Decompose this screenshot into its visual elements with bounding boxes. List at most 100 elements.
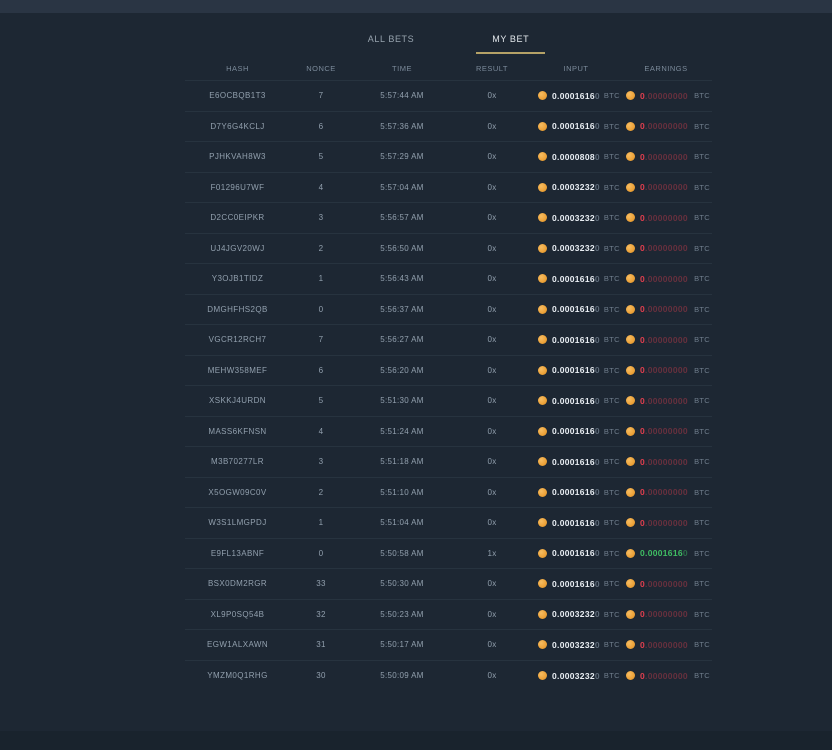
earnings-cell: 0.00000000 BTC bbox=[620, 426, 712, 436]
bet-input-cell: 0.00016160 BTC bbox=[532, 426, 620, 436]
table-header-row: HASH NONCE TIME RESULT INPUT EARNINGS bbox=[185, 56, 712, 80]
bet-nonce: 30 bbox=[290, 671, 352, 680]
bet-earnings-amount: 0.00000000 bbox=[640, 487, 688, 497]
bet-input-currency: BTC bbox=[600, 488, 620, 497]
table-row[interactable]: MEHW358MEF 6 5:56:20 AM 0x 0.00016160 BT… bbox=[185, 356, 712, 387]
earnings-cell: 0.00000000 BTC bbox=[620, 671, 712, 681]
earnings-cell: 0.00000000 BTC bbox=[620, 487, 712, 497]
btc-coin-icon bbox=[626, 610, 635, 619]
bet-time: 5:50:58 AM bbox=[352, 549, 452, 558]
bet-earnings-amount: 0.00000000 bbox=[640, 671, 688, 681]
bet-input-amount: 0.00016160 bbox=[552, 274, 600, 284]
bet-input-currency: BTC bbox=[600, 579, 620, 588]
bet-earnings-currency: BTC bbox=[690, 122, 710, 131]
bet-earnings-amount: 0.00000000 bbox=[640, 579, 688, 589]
bet-earnings-amount: 0.00000000 bbox=[640, 335, 688, 345]
bet-input-currency: BTC bbox=[600, 640, 620, 649]
btc-coin-icon bbox=[538, 152, 547, 161]
bet-nonce: 4 bbox=[290, 427, 352, 436]
earnings-cell: 0.00000000 BTC bbox=[620, 457, 712, 467]
btc-coin-icon bbox=[626, 549, 635, 558]
table-row[interactable]: X5OGW09C0V 2 5:51:10 AM 0x 0.00016160 BT… bbox=[185, 478, 712, 509]
btc-coin-icon bbox=[626, 671, 635, 680]
bet-earnings-amount: 0.00016160 bbox=[640, 548, 688, 558]
bet-input-amount: 0.00032320 bbox=[552, 213, 600, 223]
table-row[interactable]: VGCR12RCH7 7 5:56:27 AM 0x 0.00016160 BT… bbox=[185, 325, 712, 356]
table-row[interactable]: XSKKJ4URDN 5 5:51:30 AM 0x 0.00016160 BT… bbox=[185, 386, 712, 417]
bet-input-currency: BTC bbox=[600, 427, 620, 436]
bet-hash: MEHW358MEF bbox=[185, 366, 290, 375]
btc-coin-icon bbox=[538, 274, 547, 283]
earnings-cell: 0.00000000 BTC bbox=[620, 91, 712, 101]
table-row[interactable]: E9FL13ABNF 0 5:50:58 AM 1x 0.00016160 BT… bbox=[185, 539, 712, 570]
bet-input-currency: BTC bbox=[600, 366, 620, 375]
table-row[interactable]: E6OCBQB1T3 7 5:57:44 AM 0x 0.00016160 BT… bbox=[185, 81, 712, 112]
bet-input-currency: BTC bbox=[600, 457, 620, 466]
bet-input-currency: BTC bbox=[600, 91, 620, 100]
bet-hash: PJHKVAH8W3 bbox=[185, 152, 290, 161]
table-row[interactable]: DMGHFHS2QB 0 5:56:37 AM 0x 0.00016160 BT… bbox=[185, 295, 712, 326]
earnings-cell: 0.00000000 BTC bbox=[620, 396, 712, 406]
btc-coin-icon bbox=[626, 488, 635, 497]
table-row[interactable]: PJHKVAH8W3 5 5:57:29 AM 0x 0.00008080 BT… bbox=[185, 142, 712, 173]
btc-coin-icon bbox=[626, 183, 635, 192]
table-row[interactable]: D7Y6G4KCLJ 6 5:57:36 AM 0x 0.00016160 BT… bbox=[185, 112, 712, 143]
bet-input-amount: 0.00008080 bbox=[552, 152, 600, 162]
table-row[interactable]: Y3OJB1TIDZ 1 5:56:43 AM 0x 0.00016160 BT… bbox=[185, 264, 712, 295]
bet-earnings-currency: BTC bbox=[690, 518, 710, 527]
bet-input-cell: 0.00032320 BTC bbox=[532, 640, 620, 650]
btc-coin-icon bbox=[626, 396, 635, 405]
tab-my-bet[interactable]: MY BET bbox=[476, 29, 545, 54]
bet-hash: XSKKJ4URDN bbox=[185, 396, 290, 405]
bet-input-cell: 0.00016160 BTC bbox=[532, 487, 620, 497]
bet-nonce: 6 bbox=[290, 122, 352, 131]
btc-coin-icon bbox=[538, 488, 547, 497]
bet-earnings-currency: BTC bbox=[690, 549, 710, 558]
table-row[interactable]: MASS6KFNSN 4 5:51:24 AM 0x 0.00016160 BT… bbox=[185, 417, 712, 448]
table-row[interactable]: YMZM0Q1RHG 30 5:50:09 AM 0x 0.00032320 B… bbox=[185, 661, 712, 692]
bet-nonce: 2 bbox=[290, 244, 352, 253]
bet-input-currency: BTC bbox=[600, 274, 620, 283]
table-row[interactable]: XL9P0SQ54B 32 5:50:23 AM 0x 0.00032320 B… bbox=[185, 600, 712, 631]
bet-input-amount: 0.00016160 bbox=[552, 426, 600, 436]
bet-result: 0x bbox=[452, 427, 532, 436]
btc-coin-icon bbox=[538, 213, 547, 222]
bet-result: 0x bbox=[452, 305, 532, 314]
btc-coin-icon bbox=[626, 427, 635, 436]
btc-coin-icon bbox=[626, 366, 635, 375]
table-row[interactable]: EGW1ALXAWN 31 5:50:17 AM 0x 0.00032320 B… bbox=[185, 630, 712, 661]
bet-result: 0x bbox=[452, 91, 532, 100]
btc-coin-icon bbox=[626, 244, 635, 253]
bet-earnings-currency: BTC bbox=[690, 305, 710, 314]
bet-time: 5:51:10 AM bbox=[352, 488, 452, 497]
tab-all-bets[interactable]: ALL BETS bbox=[352, 29, 431, 54]
table-row[interactable]: UJ4JGV20WJ 2 5:56:50 AM 0x 0.00032320 BT… bbox=[185, 234, 712, 265]
bet-input-currency: BTC bbox=[600, 518, 620, 527]
bet-input-amount: 0.00016160 bbox=[552, 396, 600, 406]
bet-result: 0x bbox=[452, 335, 532, 344]
bet-nonce: 3 bbox=[290, 457, 352, 466]
bet-result: 0x bbox=[452, 396, 532, 405]
bet-hash: EGW1ALXAWN bbox=[185, 640, 290, 649]
bet-nonce: 0 bbox=[290, 549, 352, 558]
bet-nonce: 2 bbox=[290, 488, 352, 497]
btc-coin-icon bbox=[626, 274, 635, 283]
table-row[interactable]: W3S1LMGPDJ 1 5:51:04 AM 0x 0.00016160 BT… bbox=[185, 508, 712, 539]
bet-hash: E9FL13ABNF bbox=[185, 549, 290, 558]
bet-nonce: 4 bbox=[290, 183, 352, 192]
top-navigation-bar bbox=[0, 0, 832, 13]
table-row[interactable]: F01296U7WF 4 5:57:04 AM 0x 0.00032320 BT… bbox=[185, 173, 712, 204]
table-row[interactable]: D2CC0EIPKR 3 5:56:57 AM 0x 0.00032320 BT… bbox=[185, 203, 712, 234]
bet-time: 5:51:24 AM bbox=[352, 427, 452, 436]
bet-nonce: 33 bbox=[290, 579, 352, 588]
bet-hash: D2CC0EIPKR bbox=[185, 213, 290, 222]
bet-input-amount: 0.00032320 bbox=[552, 640, 600, 650]
btc-coin-icon bbox=[538, 610, 547, 619]
bet-hash: X5OGW09C0V bbox=[185, 488, 290, 497]
table-row[interactable]: M3B70277LR 3 5:51:18 AM 0x 0.00016160 BT… bbox=[185, 447, 712, 478]
bet-earnings-currency: BTC bbox=[690, 183, 710, 192]
bet-result: 0x bbox=[452, 610, 532, 619]
btc-coin-icon bbox=[538, 244, 547, 253]
table-row[interactable]: BSX0DM2RGR 33 5:50:30 AM 0x 0.00016160 B… bbox=[185, 569, 712, 600]
bet-input-amount: 0.00016160 bbox=[552, 335, 600, 345]
